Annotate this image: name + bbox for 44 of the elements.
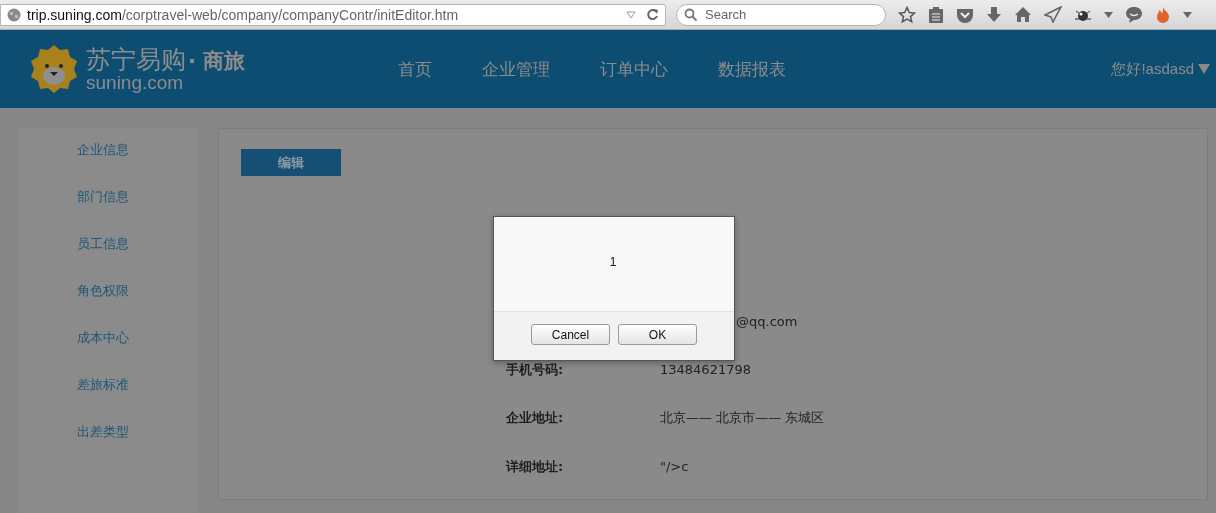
nav-link[interactable]: 企业管理 [482, 57, 550, 81]
download-icon[interactable] [986, 5, 1002, 24]
search-field[interactable]: Search [676, 3, 886, 26]
sidebar-link[interactable]: 部门信息 [73, 187, 133, 206]
field-value: "/>c [660, 459, 689, 475]
sidebar-link[interactable]: 差旅标准 [73, 375, 133, 394]
dropdown-icon[interactable] [626, 10, 636, 19]
logo-subtitle: · 商旅 [188, 50, 246, 72]
pocket-icon[interactable] [956, 6, 974, 23]
field-value: @qq.com [736, 313, 798, 329]
dropdown-icon[interactable] [1104, 11, 1113, 18]
edit-button[interactable]: 编辑 [241, 149, 341, 176]
sidebar-link[interactable]: 员工信息 [73, 234, 133, 253]
field-label: 手机号码: [506, 360, 565, 379]
user-greeting[interactable]: 您好!asdasd [1111, 59, 1194, 79]
lion-logo-icon [28, 43, 80, 95]
chat-bubble-icon[interactable] [1125, 6, 1143, 23]
dialog-button[interactable]: OK [618, 324, 697, 345]
nav-link[interactable]: 数据报表 [718, 57, 786, 81]
sidebar-link[interactable]: 企业信息 [73, 140, 133, 159]
sidebar-link[interactable]: 角色权限 [73, 281, 133, 300]
clipboard-icon[interactable] [928, 5, 944, 24]
nav-link[interactable]: 首页 [398, 57, 432, 81]
field-value: 北京—— 北京市—— 东城区 [660, 409, 825, 428]
paper-plane-icon[interactable] [1044, 6, 1062, 23]
field-value: 13484621798 [660, 362, 751, 378]
field-label: 详细地址: [506, 457, 565, 476]
sidebar-link[interactable]: 出差类型 [73, 422, 133, 441]
url-text: trip.suning.com/corptravel-web/company/companyContr/initEditor.htm [27, 6, 460, 23]
dialog-message: 1 [609, 255, 617, 269]
field-label: 企业地址: [506, 409, 565, 428]
address-bar[interactable]: trip.suning.com/corptravel-web/company/companyContr/initEditor.htm [0, 3, 666, 26]
home-icon[interactable] [1014, 6, 1032, 23]
flame-icon[interactable] [1155, 5, 1171, 24]
logo-domain: suning.com [86, 72, 185, 92]
dropdown-icon[interactable] [1183, 11, 1192, 18]
globe-icon [7, 7, 21, 22]
star-icon[interactable] [898, 5, 916, 24]
sidebar-link[interactable]: 成本中心 [73, 328, 133, 347]
caret-icon[interactable] [1198, 64, 1210, 74]
logo-text: 苏宁易购 [86, 46, 186, 72]
nav-link[interactable]: 订单中心 [600, 57, 668, 81]
reload-icon[interactable] [646, 8, 659, 21]
dialog-button[interactable]: Cancel [531, 324, 610, 345]
